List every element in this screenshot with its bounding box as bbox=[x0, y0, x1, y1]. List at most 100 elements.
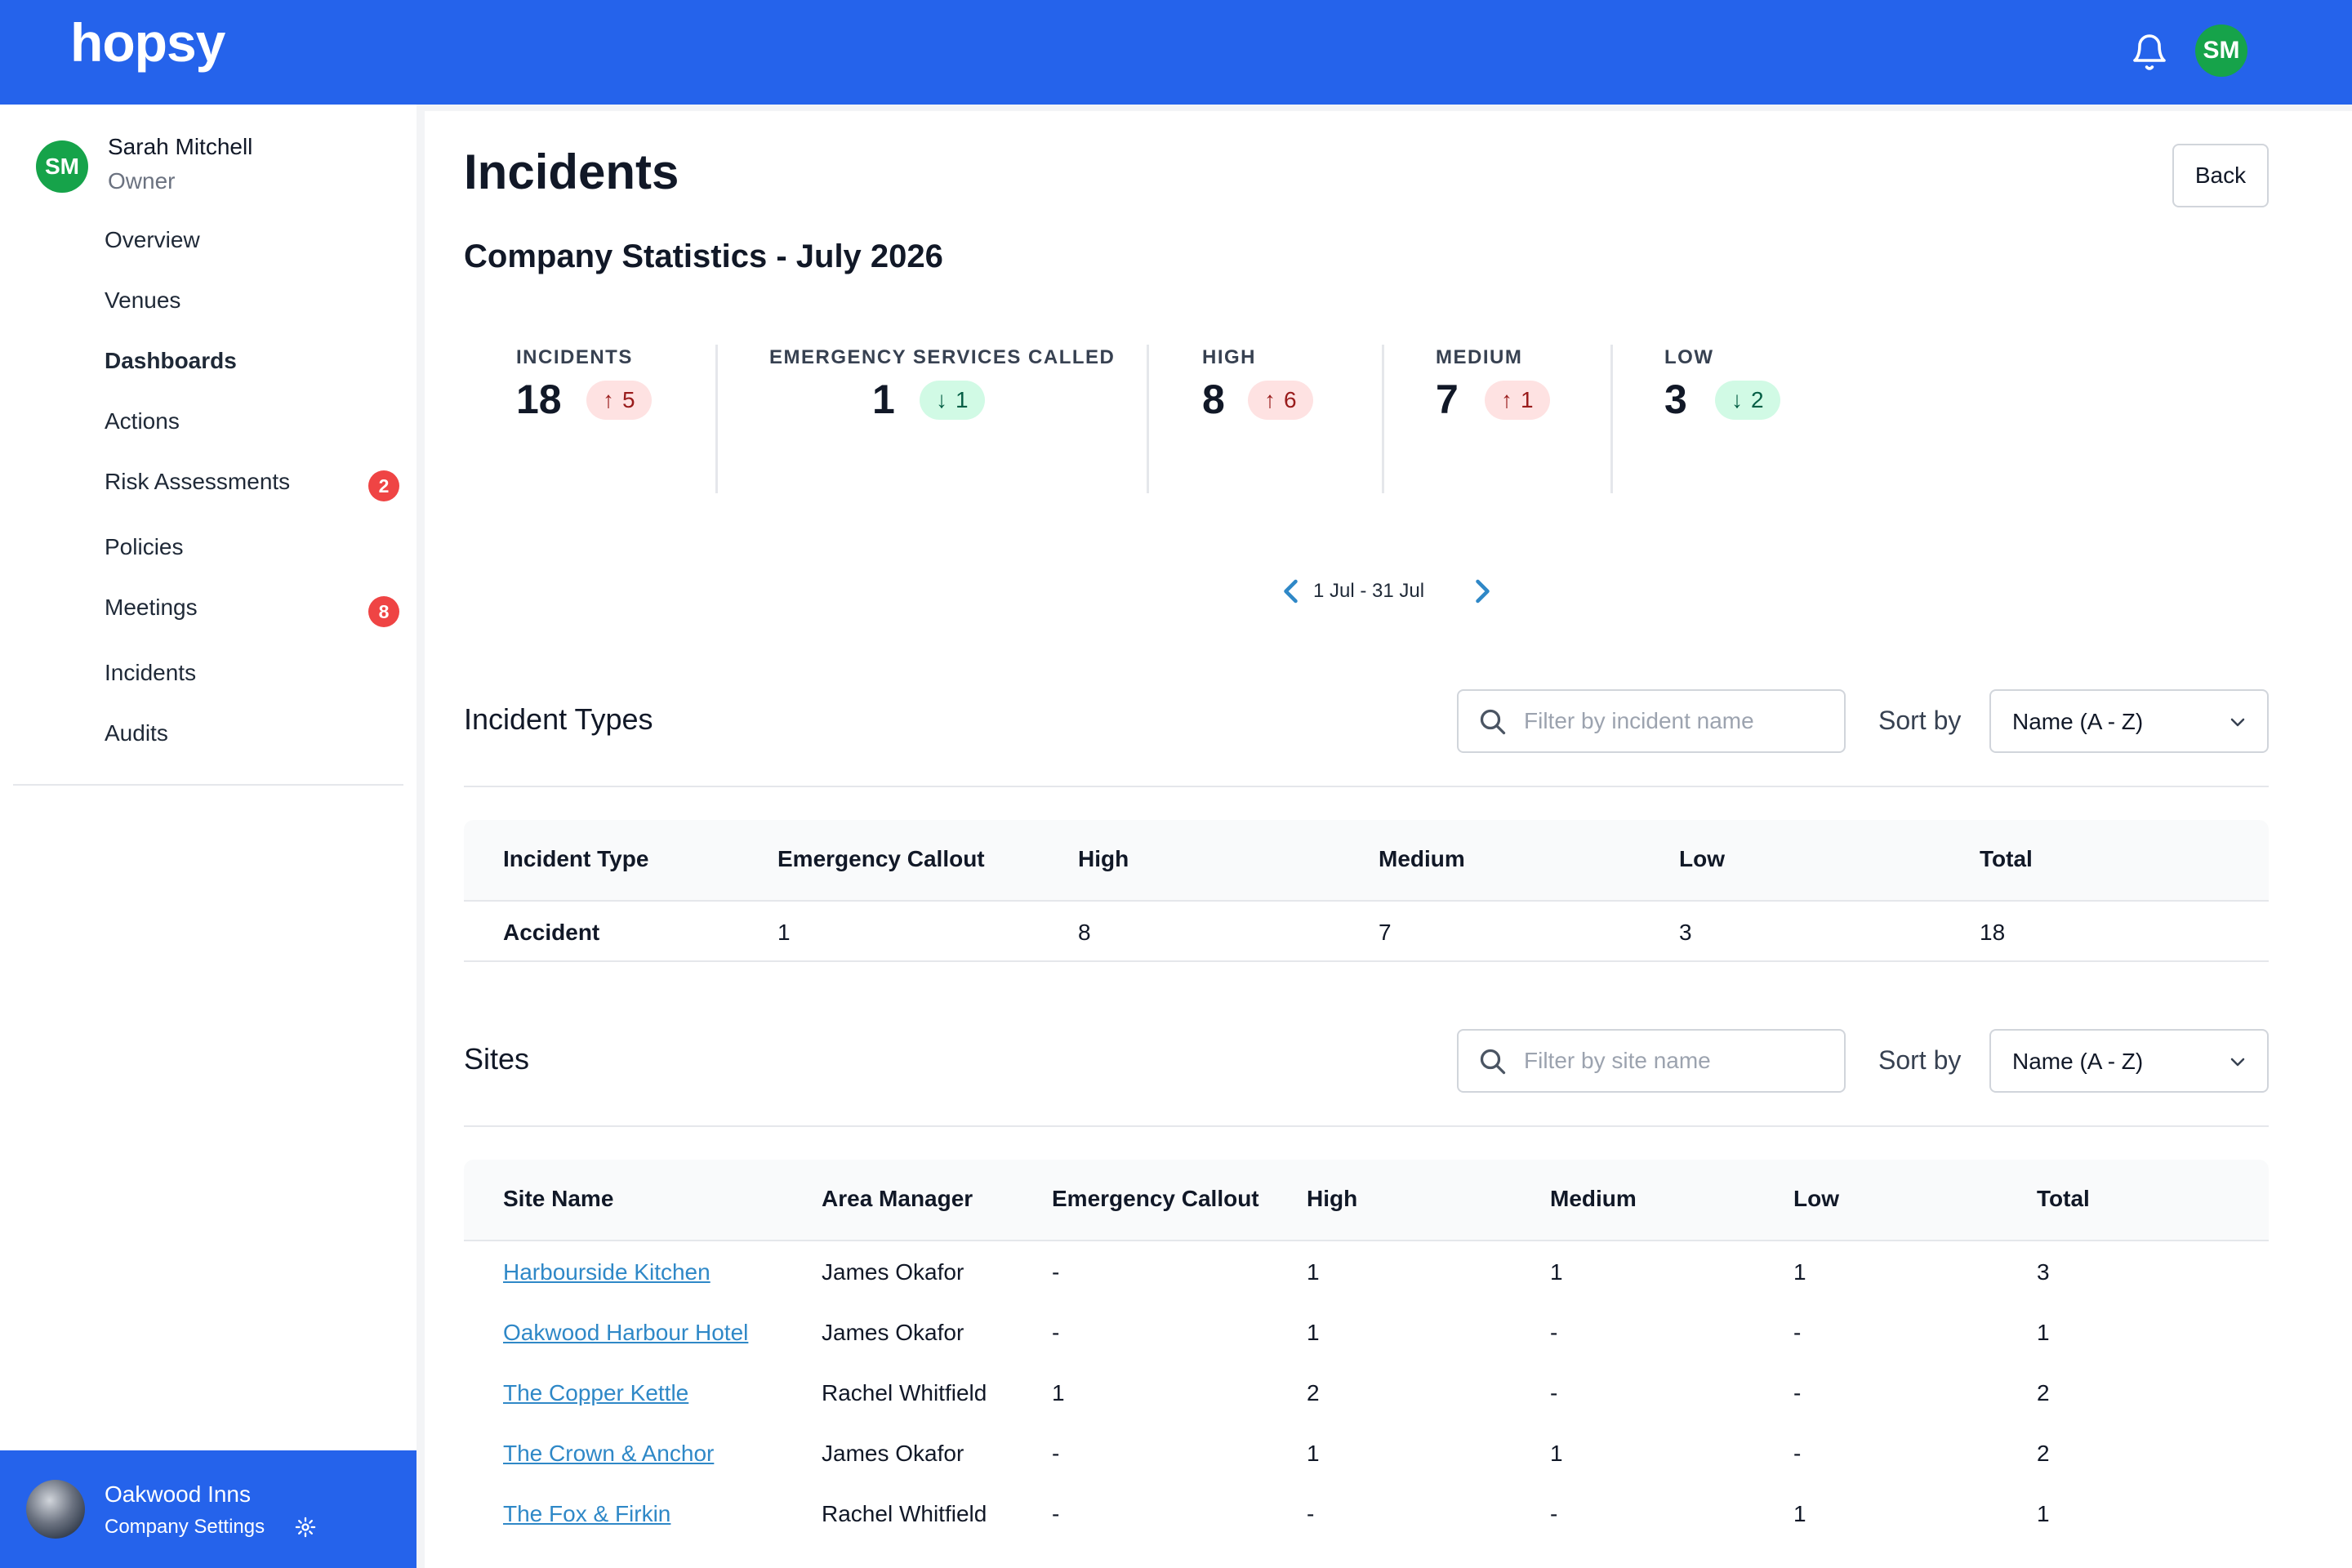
site-filter-field bbox=[1457, 1029, 1846, 1093]
stat-incidents: INCIDENTS 18 ↑ 5 bbox=[516, 346, 652, 422]
stat-label: EMERGENCY SERVICES CALLED bbox=[769, 346, 1116, 368]
site-name-link[interactable]: The Copper Kettle bbox=[503, 1380, 688, 1406]
user-avatar[interactable]: SM bbox=[2195, 24, 2247, 77]
incident-filter-input[interactable] bbox=[1524, 702, 1834, 740]
stat-low: LOW 3 ↓ 2 bbox=[1664, 346, 1780, 422]
table-cell: 1 bbox=[1793, 1259, 1806, 1285]
stat-change-value: 6 bbox=[1284, 387, 1297, 412]
column-header[interactable]: Low bbox=[1793, 1186, 1839, 1212]
sidebar-item-policies[interactable]: Policies bbox=[105, 534, 183, 560]
company-settings-link[interactable]: Company Settings bbox=[105, 1516, 265, 1539]
table-cell: 1 bbox=[2037, 1501, 2050, 1526]
stat-value: 3 bbox=[1664, 376, 1687, 422]
table-cell: - bbox=[1307, 1501, 1315, 1526]
column-header[interactable]: High bbox=[1307, 1186, 1357, 1212]
app-logo[interactable]: hopsy bbox=[70, 11, 225, 74]
incident-type-cell: Accident bbox=[503, 920, 600, 945]
table-cell: 1 bbox=[1793, 1501, 1806, 1526]
stat-change-value: 5 bbox=[622, 387, 635, 412]
table-cell: 3 bbox=[1679, 920, 1692, 945]
top-bar: hopsy SM bbox=[0, 0, 2352, 105]
gear-icon[interactable] bbox=[294, 1516, 317, 1539]
bell-icon[interactable] bbox=[2130, 33, 2169, 72]
site-name-link[interactable]: Harbourside Kitchen bbox=[503, 1259, 710, 1285]
table-cell: - bbox=[1550, 1501, 1558, 1526]
column-header[interactable]: Medium bbox=[1379, 846, 1465, 872]
column-header[interactable]: Emergency Callout bbox=[1052, 1186, 1259, 1212]
sidebar-item-overview[interactable]: Overview bbox=[105, 227, 200, 253]
table-row: The Fox & Firkin Rachel Whitfield - - - … bbox=[464, 1483, 2269, 1544]
sidebar-item-incidents[interactable]: Incidents bbox=[105, 660, 196, 686]
arrow-up-icon: ↑ bbox=[1501, 387, 1512, 412]
page-subtitle: Company Statistics - July 2026 bbox=[464, 238, 943, 274]
column-header[interactable]: Emergency Callout bbox=[777, 846, 985, 872]
section-divider bbox=[464, 786, 2269, 787]
table-cell: - bbox=[1550, 1380, 1558, 1405]
back-button[interactable]: Back bbox=[2172, 144, 2269, 207]
table-cell: 3 bbox=[2037, 1259, 2050, 1285]
chevron-down-icon bbox=[2230, 1058, 2245, 1067]
column-header[interactable]: Incident Type bbox=[503, 846, 648, 872]
date-range-pager: 1 Jul - 31 Jul bbox=[1271, 568, 1490, 614]
table-cell: 1 bbox=[1550, 1441, 1563, 1466]
stat-change-badge: ↑ 5 bbox=[586, 381, 652, 420]
sort-selected-value: Name (A - Z) bbox=[2012, 1049, 2144, 1074]
column-header[interactable]: Total bbox=[1980, 846, 2033, 872]
column-header[interactable]: Site Name bbox=[503, 1186, 613, 1212]
stat-high: HIGH 8 ↑ 6 bbox=[1202, 346, 1313, 422]
table-cell: 1 bbox=[2037, 1320, 2050, 1345]
stat-divider bbox=[1610, 345, 1613, 493]
table-cell: - bbox=[1052, 1501, 1060, 1526]
site-name-link[interactable]: The Crown & Anchor bbox=[503, 1441, 714, 1467]
column-header[interactable]: Area Manager bbox=[822, 1186, 973, 1212]
site-name-link[interactable]: Oakwood Harbour Hotel bbox=[503, 1320, 748, 1346]
stat-change-value: 2 bbox=[1751, 387, 1764, 412]
table-cell: 1 bbox=[1550, 1259, 1563, 1285]
stat-value: 18 bbox=[516, 376, 562, 422]
company-switcher[interactable]: Oakwood Inns Company Settings bbox=[0, 1450, 416, 1568]
stat-label: LOW bbox=[1664, 346, 1714, 368]
column-header[interactable]: High bbox=[1078, 846, 1129, 872]
sites-title: Sites bbox=[464, 1042, 530, 1076]
site-name-link[interactable]: The Fox & Firkin bbox=[503, 1501, 670, 1527]
stat-value: 7 bbox=[1436, 376, 1459, 422]
table-cell: 1 bbox=[1307, 1320, 1320, 1345]
sidebar-item-audits[interactable]: Audits bbox=[105, 720, 168, 746]
search-icon bbox=[1480, 1049, 1506, 1075]
column-header[interactable]: Total bbox=[2037, 1186, 2090, 1212]
area-manager-cell: James Okafor bbox=[822, 1320, 964, 1345]
chevron-right-icon[interactable] bbox=[1467, 577, 1496, 606]
table-cell: - bbox=[1550, 1320, 1558, 1345]
column-header[interactable]: Low bbox=[1679, 846, 1725, 872]
site-sort-select[interactable]: Name (A - Z) bbox=[1989, 1029, 2269, 1093]
date-range-label: 1 Jul - 31 Jul bbox=[1312, 580, 1425, 602]
sites-table-header: Site Name Area Manager Emergency Callout… bbox=[464, 1160, 2269, 1241]
sidebar-item-risk-assessments[interactable]: Risk Assessments bbox=[105, 469, 290, 495]
table-cell: 2 bbox=[1307, 1380, 1320, 1405]
main-content: Incidents Back Company Statistics - July… bbox=[425, 111, 2352, 1568]
site-filter-input[interactable] bbox=[1524, 1042, 1834, 1080]
stat-medium: MEDIUM 7 ↑ 1 bbox=[1436, 346, 1550, 422]
table-cell: - bbox=[1052, 1320, 1060, 1345]
table-cell: - bbox=[1052, 1259, 1060, 1285]
table-row: Harbourside Kitchen James Okafor - 1 1 1… bbox=[464, 1241, 2269, 1302]
sidebar-item-venues[interactable]: Venues bbox=[105, 287, 180, 314]
table-cell: 2 bbox=[2037, 1380, 2050, 1405]
table-row: The Crown & Anchor James Okafor - 1 1 - … bbox=[464, 1423, 2269, 1483]
area-manager-cell: James Okafor bbox=[822, 1259, 964, 1285]
stat-change-badge: ↑ 1 bbox=[1485, 381, 1550, 420]
table-cell: - bbox=[1052, 1441, 1060, 1466]
table-row: The Copper Kettle Rachel Whitfield 1 2 -… bbox=[464, 1362, 2269, 1423]
sidebar-item-meetings[interactable]: Meetings bbox=[105, 595, 198, 621]
column-header[interactable]: Medium bbox=[1550, 1186, 1637, 1212]
incident-types-table-header: Incident Type Emergency Callout High Med… bbox=[464, 820, 2269, 902]
sidebar-item-actions[interactable]: Actions bbox=[105, 408, 180, 434]
table-cell: - bbox=[1793, 1380, 1802, 1405]
incident-types-title: Incident Types bbox=[464, 702, 653, 736]
area-manager-cell: Rachel Whitfield bbox=[822, 1380, 987, 1405]
table-cell: 8 bbox=[1078, 920, 1091, 945]
sidebar-item-dashboards[interactable]: Dashboards bbox=[105, 348, 237, 374]
stat-change-value: 1 bbox=[1521, 387, 1534, 412]
stat-divider bbox=[715, 345, 718, 493]
incident-sort-select[interactable]: Name (A - Z) bbox=[1989, 689, 2269, 753]
